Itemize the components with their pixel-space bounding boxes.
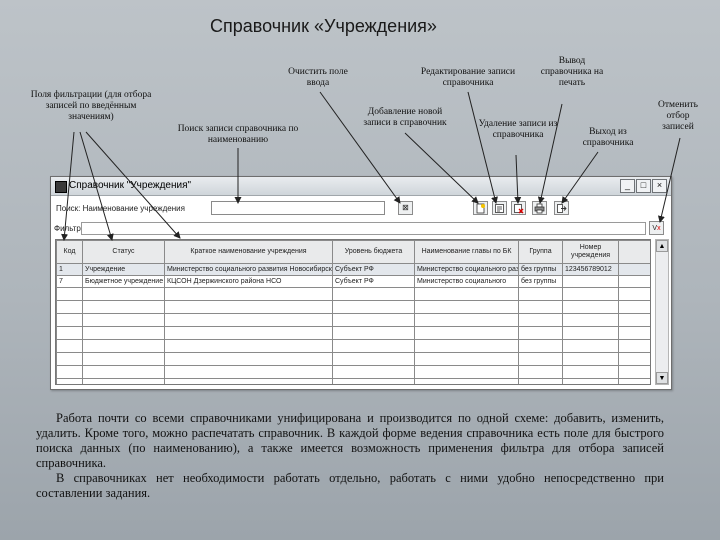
column-header[interactable]: Код xyxy=(56,240,83,264)
table-cell: Субъект РФ xyxy=(332,263,415,276)
close-button[interactable]: × xyxy=(652,179,667,193)
table-cell xyxy=(618,263,650,276)
table-cell xyxy=(618,275,650,288)
edit-record-icon xyxy=(495,204,504,213)
column-header[interactable]: Номер учреждения xyxy=(562,240,619,264)
cancel-filter-icon: Vx xyxy=(652,225,661,232)
table-row-empty xyxy=(56,378,650,384)
table-cell: Бюджетное учреждение xyxy=(82,275,165,288)
table-cell: Министерство социального развития xyxy=(414,263,519,276)
directory-window: Справочник "Учреждения" _ □ × Поиск: Наи… xyxy=(50,176,672,390)
table-row-empty xyxy=(56,339,650,353)
column-header[interactable]: Краткое наименование учреждения xyxy=(164,240,333,264)
window-titlebar[interactable]: Справочник "Учреждения" _ □ × xyxy=(51,177,671,196)
table-cell: 7 xyxy=(56,275,83,288)
callout-cancel-filter: Отменить отбор записей xyxy=(658,100,698,132)
records-table: Код Статус Краткое наименование учрежден… xyxy=(55,239,651,385)
minimize-button[interactable]: _ xyxy=(620,179,635,193)
table-row-empty xyxy=(56,326,650,340)
cancel-filter-button[interactable]: Vx xyxy=(649,221,664,235)
table-row-empty xyxy=(56,287,650,301)
callout-add-record: Добавление новой записи в справочник xyxy=(363,107,447,128)
table-row-empty xyxy=(56,365,650,379)
table-cell: Учреждение xyxy=(82,263,165,276)
body-paragraph: В справочниках нет необходимости работат… xyxy=(36,471,664,500)
filter-row: Фильтр Vx xyxy=(51,221,671,237)
callout-print: Вывод справочника на печать xyxy=(540,56,604,88)
search-label: Поиск: Наименование учреждения xyxy=(56,204,185,213)
table-row[interactable]: 7 Бюджетное учреждение КЦСОН Дзержинског… xyxy=(56,275,650,288)
column-header[interactable]: Группа xyxy=(518,240,563,264)
table-cell: Министерство социального xyxy=(414,275,519,288)
callout-edit-record: Редактирование записи справочника xyxy=(420,67,516,88)
table-row-empty xyxy=(56,352,650,366)
search-row: Поиск: Наименование учреждения ⊠ xyxy=(51,197,671,219)
window-title: Справочник "Учреждения" xyxy=(69,180,192,191)
exit-icon xyxy=(557,204,567,213)
table-cell: Министерство социального развития Новоси… xyxy=(164,263,333,276)
column-header[interactable]: Наименование главы по БК xyxy=(414,240,519,264)
vertical-scrollbar[interactable]: ▲ ▼ xyxy=(655,239,669,385)
table-row[interactable]: 1 Учреждение Министерство социального ра… xyxy=(56,263,650,276)
callout-clear-input: Очистить поле ввода xyxy=(288,67,348,88)
exit-button[interactable] xyxy=(554,201,569,215)
table-header-row: Код Статус Краткое наименование учрежден… xyxy=(56,240,650,264)
clear-input-icon: ⊠ xyxy=(402,203,409,212)
table-cell: Субъект РФ xyxy=(332,275,415,288)
filter-input[interactable] xyxy=(81,222,646,235)
column-header-extra xyxy=(618,240,650,264)
callout-filter-fields: Поля фильтрации (для отбора записей по в… xyxy=(30,90,152,122)
add-record-icon xyxy=(476,203,485,214)
delete-record-button[interactable] xyxy=(511,201,526,215)
table-row-empty xyxy=(56,313,650,327)
body-text: Работа почти со всеми справочниками униф… xyxy=(36,411,664,501)
app-icon xyxy=(55,181,67,193)
column-header[interactable]: Уровень бюджета xyxy=(332,240,415,264)
callout-delete-record: Удаление записи из справочника xyxy=(478,119,558,140)
callout-search-by-name: Поиск записи справочника по наименованию xyxy=(177,124,299,145)
table-row-empty xyxy=(56,300,650,314)
clear-input-button[interactable]: ⊠ xyxy=(398,201,413,215)
table-cell: без группы xyxy=(518,263,563,276)
scroll-down-icon[interactable]: ▼ xyxy=(656,372,668,384)
table-cell: КЦСОН Дзержинского района НСО xyxy=(164,275,333,288)
table-cell: 123456789012 xyxy=(562,263,619,276)
column-header[interactable]: Статус xyxy=(82,240,165,264)
body-paragraph: Работа почти со всеми справочниками униф… xyxy=(36,411,664,470)
callout-exit: Выход из справочника xyxy=(582,127,634,148)
maximize-button[interactable]: □ xyxy=(636,179,651,193)
table-cell xyxy=(562,275,619,288)
edit-record-button[interactable] xyxy=(492,201,507,215)
table-cell: без группы xyxy=(518,275,563,288)
print-button[interactable] xyxy=(532,201,547,215)
slide-title: Справочник «Учреждения» xyxy=(210,16,437,36)
print-icon xyxy=(534,203,545,214)
filter-label: Фильтр xyxy=(54,224,81,233)
table-cell: 1 xyxy=(56,263,83,276)
delete-record-icon xyxy=(514,204,524,214)
search-input[interactable] xyxy=(211,201,385,215)
add-record-button[interactable] xyxy=(473,201,488,215)
scroll-up-icon[interactable]: ▲ xyxy=(656,240,668,252)
